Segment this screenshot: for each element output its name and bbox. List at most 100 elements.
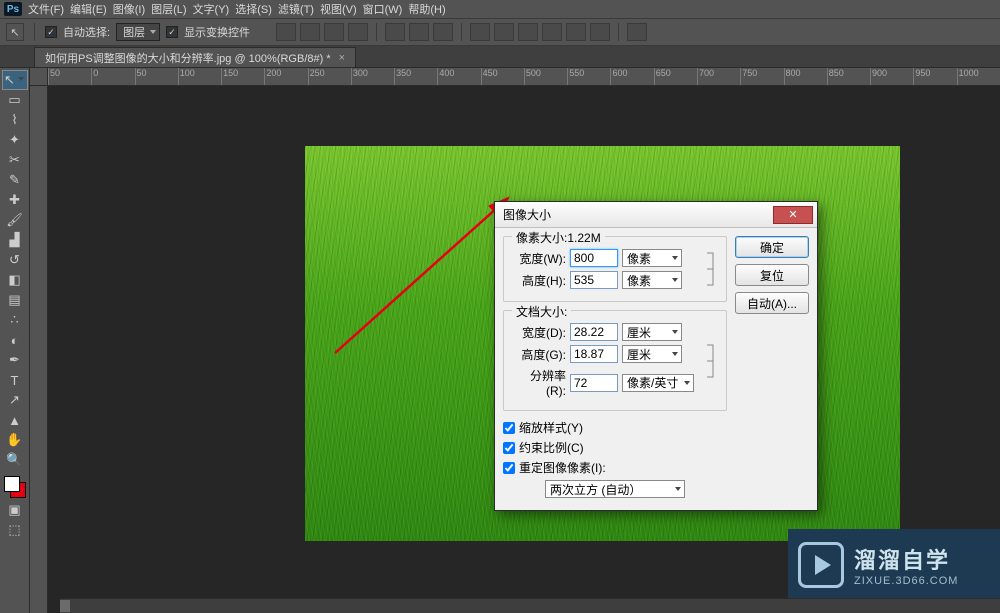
height-unit-select[interactable]: 像素 <box>622 271 682 289</box>
resolution-input[interactable] <box>570 374 618 392</box>
shape-tool[interactable]: ▲ <box>2 410 28 430</box>
auto-select-label: 自动选择: <box>63 24 110 40</box>
current-tool-icon[interactable]: ↖ <box>6 23 24 41</box>
doc-height-input[interactable] <box>570 345 618 363</box>
canvas-area: 5005010015020025030035040045050055060065… <box>30 68 1000 613</box>
dist-icon[interactable] <box>470 23 490 41</box>
resolution-unit-select[interactable]: 像素/英寸 <box>622 374 694 392</box>
align-icon[interactable] <box>409 23 429 41</box>
resample-checkbox[interactable] <box>503 462 515 474</box>
gradient-tool[interactable]: ▤ <box>2 290 28 310</box>
dist-icon[interactable] <box>542 23 562 41</box>
stamp-tool[interactable]: ▟ <box>2 230 28 250</box>
scale-styles-checkbox[interactable] <box>503 422 515 434</box>
zoom-tool[interactable]: 🔍 <box>2 450 28 470</box>
heal-tool[interactable]: ✚ <box>2 190 28 210</box>
doc-width-label: 宽度(D): <box>512 324 566 341</box>
menu-file[interactable]: 文件(F) <box>28 1 64 17</box>
doc-height-unit-select[interactable]: 厘米 <box>622 345 682 363</box>
dist-icon[interactable] <box>590 23 610 41</box>
dist-icon[interactable] <box>494 23 514 41</box>
path-tool[interactable]: ↗ <box>2 390 28 410</box>
document-tab-title: 如何用PS调整图像的大小和分辨率.jpg @ 100%(RGB/8#) * <box>45 50 331 66</box>
width-unit-select[interactable]: 像素 <box>622 249 682 267</box>
brush-tool[interactable]: 🖌 <box>2 210 28 230</box>
pen-tool[interactable]: ✒ <box>2 350 28 370</box>
menu-help[interactable]: 帮助(H) <box>408 1 445 17</box>
align-icon[interactable] <box>276 23 296 41</box>
doc-dim-legend: 文档大小: <box>512 303 571 320</box>
ruler-corner <box>30 68 48 86</box>
document-tab[interactable]: 如何用PS调整图像的大小和分辨率.jpg @ 100%(RGB/8#) * × <box>34 47 356 67</box>
close-icon[interactable]: × <box>339 52 345 64</box>
close-button[interactable]: ✕ <box>773 206 813 224</box>
dialog-titlebar[interactable]: 图像大小 ✕ <box>495 202 817 228</box>
dist-icon[interactable] <box>566 23 586 41</box>
watermark: 溜溜自学 ZIXUE.3D66.COM <box>788 529 1000 601</box>
menu-type[interactable]: 文字(Y) <box>193 1 230 17</box>
menu-filter[interactable]: 滤镜(T) <box>278 1 314 17</box>
menu-view[interactable]: 视图(V) <box>320 1 357 17</box>
link-icon <box>704 245 718 293</box>
doc-height-label: 高度(G): <box>512 346 566 363</box>
tools-panel: ↖ ▭ ⌇ ✦ ✂ ✎ ✚ 🖌 ▟ ↺ ◧ ▤ ∴ ◐ ✒ T ↗ ▲ ✋ 🔍 … <box>0 68 30 613</box>
menu-select[interactable]: 选择(S) <box>235 1 272 17</box>
resample-method-select[interactable]: 两次立方 (自动） <box>545 480 685 498</box>
constrain-label: 约束比例(C) <box>519 439 584 456</box>
hand-tool[interactable]: ✋ <box>2 430 28 450</box>
menu-image[interactable]: 图像(I) <box>113 1 145 17</box>
width-input[interactable] <box>570 249 618 267</box>
scale-styles-label: 缩放样式(Y) <box>519 419 583 436</box>
type-tool[interactable]: T <box>2 370 28 390</box>
eraser-tool[interactable]: ◧ <box>2 270 28 290</box>
blur-tool[interactable]: ∴ <box>2 310 28 330</box>
doc-width-unit-select[interactable]: 厘米 <box>622 323 682 341</box>
ok-button[interactable]: 确定 <box>735 236 809 258</box>
resolution-label: 分辨率(R): <box>512 367 566 398</box>
align-icon[interactable] <box>300 23 320 41</box>
document-tab-bar: 如何用PS调整图像的大小和分辨率.jpg @ 100%(RGB/8#) * × <box>0 46 1000 68</box>
lasso-tool[interactable]: ⌇ <box>2 110 28 130</box>
align-icon[interactable] <box>324 23 344 41</box>
foreground-color[interactable] <box>4 476 20 492</box>
align-icon[interactable] <box>385 23 405 41</box>
auto-select-dropdown[interactable]: 图层 <box>116 23 160 41</box>
menu-window[interactable]: 窗口(W) <box>363 1 403 17</box>
workspace: ↖ ▭ ⌇ ✦ ✂ ✎ ✚ 🖌 ▟ ↺ ◧ ▤ ∴ ◐ ✒ T ↗ ▲ ✋ 🔍 … <box>0 68 1000 613</box>
auto-button[interactable]: 自动(A)... <box>735 292 809 314</box>
eyedropper-tool[interactable]: ✎ <box>2 170 28 190</box>
menu-layer[interactable]: 图层(L) <box>151 1 186 17</box>
height-input[interactable] <box>570 271 618 289</box>
align-icon[interactable] <box>348 23 368 41</box>
height-label: 高度(H): <box>512 272 566 289</box>
quickmask-tool[interactable]: ▣ <box>2 500 28 520</box>
arrange-icon[interactable] <box>627 23 647 41</box>
play-icon <box>798 542 844 588</box>
menu-bar: Ps 文件(F) 编辑(E) 图像(I) 图层(L) 文字(Y) 选择(S) 滤… <box>0 0 1000 18</box>
align-icons <box>276 23 647 41</box>
watermark-title: 溜溜自学 <box>854 543 958 575</box>
marquee-tool[interactable]: ▭ <box>2 90 28 110</box>
show-transform-label: 显示变换控件 <box>184 24 250 40</box>
dist-icon[interactable] <box>518 23 538 41</box>
move-tool[interactable]: ↖ <box>2 70 28 90</box>
horizontal-ruler: 5005010015020025030035040045050055060065… <box>48 68 1000 86</box>
scrollbar-thumb[interactable] <box>60 600 70 612</box>
image-size-dialog: 图像大小 ✕ 像素大小:1.22M 宽度(W): 像素 <box>494 201 818 511</box>
constrain-checkbox[interactable] <box>503 442 515 454</box>
doc-width-input[interactable] <box>570 323 618 341</box>
document-size-group: 文档大小: 宽度(D): 厘米 高度(G): <box>503 310 727 411</box>
wand-tool[interactable]: ✦ <box>2 130 28 150</box>
cancel-button[interactable]: 复位 <box>735 264 809 286</box>
dodge-tool[interactable]: ◐ <box>2 330 28 350</box>
horizontal-scrollbar[interactable] <box>60 598 1000 613</box>
history-brush-tool[interactable]: ↺ <box>2 250 28 270</box>
auto-select-checkbox[interactable]: ✓ <box>45 26 57 38</box>
crop-tool[interactable]: ✂ <box>2 150 28 170</box>
menu-edit[interactable]: 编辑(E) <box>70 1 107 17</box>
screenmode-tool[interactable]: ⬚ <box>2 520 28 540</box>
color-swatch[interactable] <box>2 474 28 500</box>
align-icon[interactable] <box>433 23 453 41</box>
show-transform-checkbox[interactable]: ✓ <box>166 26 178 38</box>
options-bar: ↖ ✓ 自动选择: 图层 ✓ 显示变换控件 <box>0 18 1000 46</box>
